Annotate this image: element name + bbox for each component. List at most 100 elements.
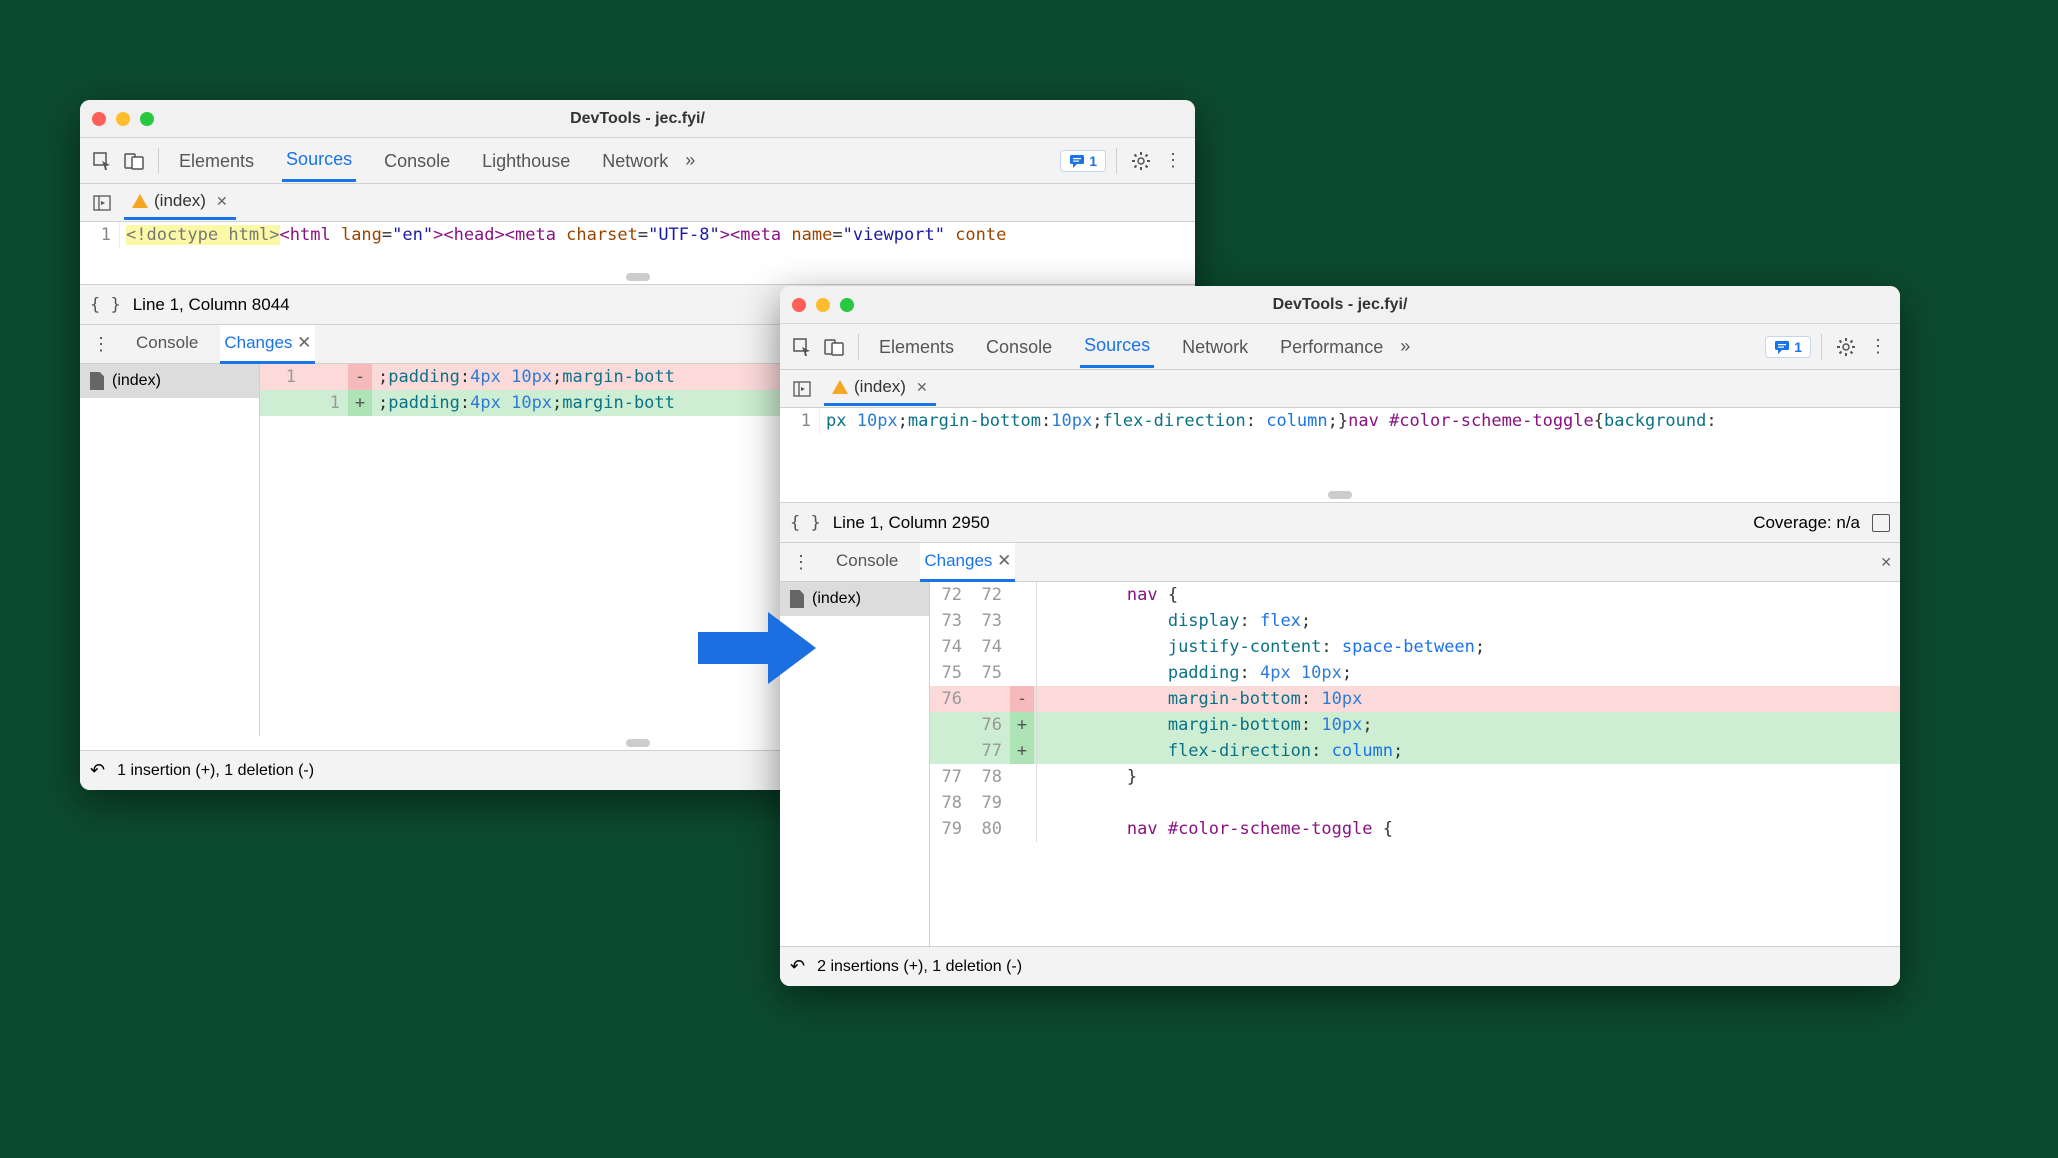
drawer-tab-console[interactable]: Console xyxy=(132,325,202,364)
more-tabs-icon[interactable]: » xyxy=(676,147,704,175)
diff-row: 7575 padding: 4px 10px; xyxy=(930,660,1900,686)
device-toggle-icon[interactable] xyxy=(120,147,148,175)
diff-row: 7980 nav #color-scheme-toggle { xyxy=(930,816,1900,842)
changes-panel: (index) 7272 nav {7373 display: flex;747… xyxy=(780,582,1900,946)
cursor-position: Line 1, Column 2950 xyxy=(833,513,990,533)
changes-file-list: (index) xyxy=(80,364,260,736)
line-number: 1 xyxy=(80,222,120,248)
titlebar[interactable]: DevTools - jec.fyi/ xyxy=(80,100,1195,138)
separator xyxy=(1116,148,1117,174)
message-icon xyxy=(1069,153,1085,169)
file-tab-index[interactable]: (index) ✕ xyxy=(124,185,236,220)
diff-row: 7879 xyxy=(930,790,1900,816)
horizontal-scrollbar[interactable] xyxy=(780,488,1900,502)
diff-viewer[interactable]: 7272 nav {7373 display: flex;7474 justif… xyxy=(930,582,1900,946)
tab-sources[interactable]: Sources xyxy=(282,139,356,182)
separator xyxy=(858,334,859,360)
tab-console[interactable]: Console xyxy=(380,141,454,181)
settings-gear-icon[interactable] xyxy=(1832,333,1860,361)
changes-file-label: (index) xyxy=(112,372,161,390)
panel-tabs: Elements Sources Console Lighthouse Network xyxy=(175,139,672,182)
tab-performance[interactable]: Performance xyxy=(1276,327,1387,367)
drawer-kebab-icon[interactable]: ⋮ xyxy=(88,334,114,355)
horizontal-scrollbar[interactable] xyxy=(80,270,1195,284)
devtools-toolbar: Elements Console Sources Network Performance… xyxy=(780,324,1900,370)
editor-statusbar: { } Line 1, Column 2950 Coverage: n/a xyxy=(780,502,1900,542)
titlebar[interactable]: DevTools - jec.fyi/ xyxy=(780,286,1900,324)
line-number: 1 xyxy=(780,408,820,434)
window-title: DevTools - jec.fyi/ xyxy=(780,296,1900,314)
navigator-toggle-icon[interactable] xyxy=(88,189,116,217)
code-editor[interactable]: 1 px 10px;margin-bottom:10px;flex-direct… xyxy=(780,408,1900,488)
settings-gear-icon[interactable] xyxy=(1127,147,1155,175)
more-tabs-icon[interactable]: » xyxy=(1391,333,1419,361)
issues-count: 1 xyxy=(1794,339,1802,355)
code-line[interactable]: <!doctype html><html lang="en"><head><me… xyxy=(120,222,1195,248)
diff-row: 76- margin-bottom: 10px xyxy=(930,686,1900,712)
editor-file-tabs: (index) ✕ xyxy=(780,370,1900,408)
tab-console[interactable]: Console xyxy=(982,327,1056,367)
diff-row: 7272 nav { xyxy=(930,582,1900,608)
braces-icon[interactable]: { } xyxy=(90,295,121,315)
drawer-tab-changes[interactable]: Changes ✕ xyxy=(920,543,1015,582)
device-toggle-icon[interactable] xyxy=(820,333,848,361)
tab-sources[interactable]: Sources xyxy=(1080,325,1154,368)
braces-icon[interactable]: { } xyxy=(790,513,821,533)
diff-row: 7778 } xyxy=(930,764,1900,790)
separator xyxy=(158,148,159,174)
changes-summary: 2 insertions (+), 1 deletion (-) xyxy=(817,958,1022,976)
diff-row: 77+ flex-direction: column; xyxy=(930,738,1900,764)
diff-row: 76+ margin-bottom: 10px; xyxy=(930,712,1900,738)
cursor-position: Line 1, Column 8044 xyxy=(133,295,290,315)
tab-elements[interactable]: Elements xyxy=(875,327,958,367)
close-tab-icon[interactable]: ✕ xyxy=(916,379,928,396)
inspect-icon[interactable] xyxy=(788,333,816,361)
close-tab-icon[interactable]: ✕ xyxy=(292,333,311,352)
close-drawer-icon[interactable]: ✕ xyxy=(1880,554,1892,571)
transition-arrow-icon xyxy=(698,608,818,688)
drawer-tab-changes[interactable]: Changes ✕ xyxy=(220,325,315,364)
kebab-menu-icon[interactable]: ⋮ xyxy=(1159,147,1187,175)
file-icon xyxy=(90,372,104,390)
undo-icon[interactable]: ↶ xyxy=(90,760,105,781)
inspect-icon[interactable] xyxy=(88,147,116,175)
tab-network[interactable]: Network xyxy=(598,141,672,181)
file-tab-label: (index) xyxy=(154,191,206,211)
changes-footer: ↶ 2 insertions (+), 1 deletion (-) xyxy=(780,946,1900,986)
window-title: DevTools - jec.fyi/ xyxy=(80,110,1195,128)
diff-row: 7474 justify-content: space-between; xyxy=(930,634,1900,660)
tab-network[interactable]: Network xyxy=(1178,327,1252,367)
coverage-status: Coverage: n/a xyxy=(1753,513,1860,533)
drawer-tab-console[interactable]: Console xyxy=(832,543,902,582)
changes-summary: 1 insertion (+), 1 deletion (-) xyxy=(117,762,314,780)
issues-badge[interactable]: 1 xyxy=(1765,336,1811,358)
tab-lighthouse[interactable]: Lighthouse xyxy=(478,141,574,181)
warning-icon xyxy=(832,380,848,394)
kebab-menu-icon[interactable]: ⋮ xyxy=(1864,333,1892,361)
code-line[interactable]: px 10px;margin-bottom:10px;flex-directio… xyxy=(820,408,1900,434)
issues-count: 1 xyxy=(1089,153,1097,169)
warning-icon xyxy=(132,194,148,208)
undo-icon[interactable]: ↶ xyxy=(790,956,805,977)
changes-file-label: (index) xyxy=(812,590,861,608)
diff-row: 7373 display: flex; xyxy=(930,608,1900,634)
file-icon xyxy=(790,590,804,608)
issues-badge[interactable]: 1 xyxy=(1060,150,1106,172)
file-tab-label: (index) xyxy=(854,377,906,397)
drawer-tabs: ⋮ Console Changes ✕ ✕ xyxy=(780,542,1900,582)
close-tab-icon[interactable]: ✕ xyxy=(216,193,228,210)
navigator-toggle-icon[interactable] xyxy=(788,375,816,403)
changes-file-item[interactable]: (index) xyxy=(80,364,259,398)
drawer-kebab-icon[interactable]: ⋮ xyxy=(788,552,814,573)
code-editor[interactable]: 1 <!doctype html><html lang="en"><head><… xyxy=(80,222,1195,270)
devtools-window-after: DevTools - jec.fyi/ Elements Console Sourc… xyxy=(780,286,1900,986)
devtools-toolbar: ElementsSourcesConsoleLighthouseNetwork … xyxy=(80,138,1195,184)
editor-file-tabs: (index) ✕ xyxy=(80,184,1195,222)
separator xyxy=(1821,334,1822,360)
panel-tabs: Elements Console Sources Network Performance xyxy=(875,325,1387,368)
expand-icon[interactable] xyxy=(1872,514,1890,532)
close-tab-icon[interactable]: ✕ xyxy=(992,551,1011,570)
file-tab-index[interactable]: (index) ✕ xyxy=(824,371,936,406)
message-icon xyxy=(1774,339,1790,355)
tab-elements[interactable]: Elements xyxy=(175,141,258,181)
